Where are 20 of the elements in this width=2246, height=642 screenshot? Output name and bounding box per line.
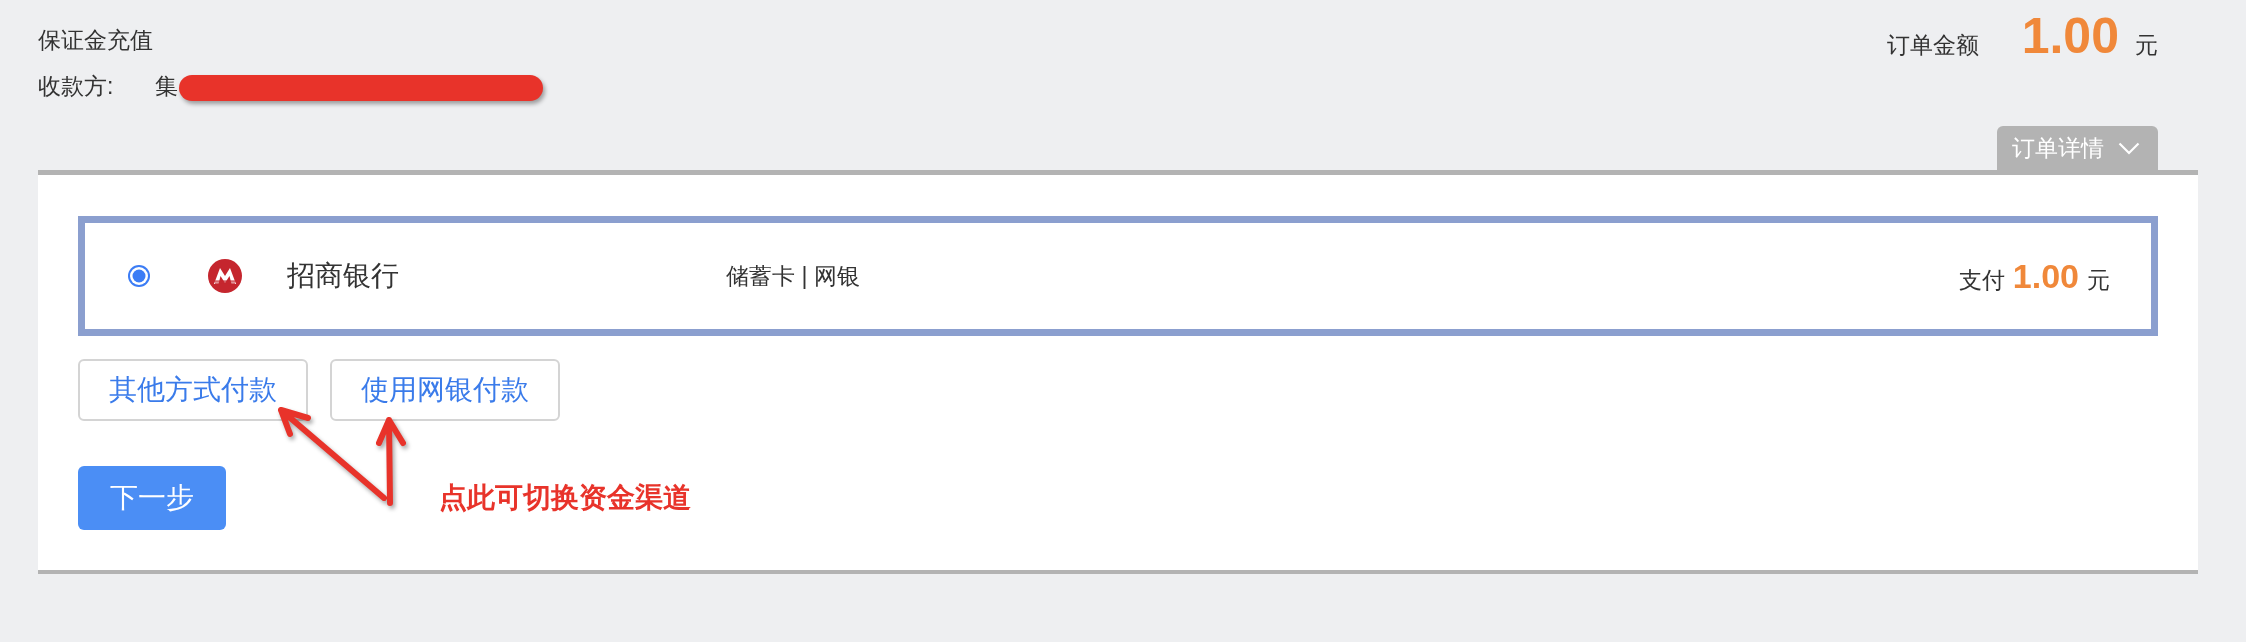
payment-option[interactable]: 招商银行 储蓄卡 | 网银 支付 1.00 元 [78, 216, 2158, 336]
currency-unit: 元 [2087, 265, 2110, 295]
radio-button[interactable] [127, 264, 151, 288]
chevron-down-icon [2118, 141, 2140, 155]
pay-amount: 1.00 [2012, 256, 2079, 296]
bank-logo-icon [208, 259, 242, 293]
currency-unit: 元 [2135, 31, 2158, 60]
order-details-tab[interactable]: 订单详情 [1997, 126, 2158, 170]
bank-name: 招商银行 [287, 259, 400, 293]
next-step-button[interactable]: 下一步 [78, 466, 226, 530]
payee-name: 集 [155, 71, 179, 101]
switch-payment-button[interactable]: 使用网银付款 [330, 359, 560, 421]
order-amount-label: 订单金额 [1886, 31, 1979, 60]
page-title: 保证金充值 [38, 26, 154, 55]
annotation-note: 点此可切换资金渠道 [439, 481, 691, 515]
card-type: 储蓄卡 | 网银 [726, 261, 860, 291]
payee-label: 收款方: [38, 71, 114, 101]
order-amount: 1.00 [2021, 11, 2119, 61]
switch-payment-button[interactable]: 其他方式付款 [78, 359, 308, 421]
pay-label: 支付 [1958, 265, 2005, 295]
